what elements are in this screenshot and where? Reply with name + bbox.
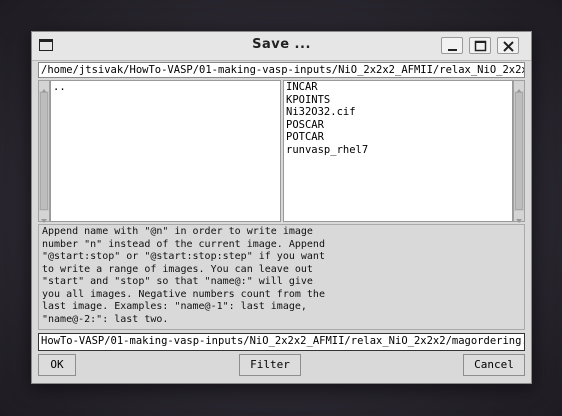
filter-button[interactable]: Filter xyxy=(239,354,301,376)
help-line: number "n" instead of the current image.… xyxy=(42,238,325,250)
list-item[interactable]: Ni32O32.cif xyxy=(284,106,512,119)
save-dialog: Save ... /home/jtsivak/HowTo-VASP/01-mak… xyxy=(31,31,532,384)
list-item[interactable]: POSCAR xyxy=(284,119,512,132)
scroll-down-arrow[interactable] xyxy=(514,211,524,223)
help-line: Append name with "@n" in order to write … xyxy=(42,226,313,237)
list-item[interactable]: POTCAR xyxy=(284,131,512,144)
list-item[interactable]: KPOINTS xyxy=(284,94,512,107)
help-line: "name@-2:": last two. xyxy=(42,313,169,325)
minimize-button[interactable] xyxy=(441,37,463,54)
filename-input[interactable]: HowTo-VASP/01-making-vasp-inputs/NiO_2x2… xyxy=(38,333,525,351)
title-bar[interactable]: Save ... xyxy=(32,32,531,61)
help-line: "start" and "stop" so that "name@:" will… xyxy=(42,276,313,287)
close-button[interactable] xyxy=(497,37,519,54)
scroll-thumb[interactable] xyxy=(515,92,523,210)
help-line: to write a range of images. You can leav… xyxy=(42,263,313,275)
help-line: "@start:stop" or "@start:stop:step" if y… xyxy=(42,251,325,262)
help-line: last image. Examples: "name@-1": last im… xyxy=(42,301,307,312)
minimize-icon xyxy=(448,49,457,51)
list-item[interactable]: .. xyxy=(51,81,280,94)
scroll-down-arrow[interactable] xyxy=(39,211,49,223)
close-icon xyxy=(503,41,514,52)
help-line: you all images. Negative numbers count f… xyxy=(42,288,325,300)
scroll-up-arrow[interactable] xyxy=(514,81,524,93)
scroll-up-arrow[interactable] xyxy=(39,81,49,93)
ok-button[interactable]: OK xyxy=(38,354,76,376)
file-scrollbar[interactable] xyxy=(513,80,525,223)
maximize-icon xyxy=(474,40,487,52)
filter-path-field[interactable]: /home/jtsivak/HowTo-VASP/01-making-vasp-… xyxy=(38,62,525,78)
maximize-button[interactable] xyxy=(469,37,491,54)
directory-scrollbar[interactable] xyxy=(38,80,50,223)
scroll-thumb[interactable] xyxy=(40,92,48,210)
cancel-button[interactable]: Cancel xyxy=(463,354,525,376)
file-list[interactable]: INCAR KPOINTS Ni32O32.cif POSCAR POTCAR … xyxy=(283,80,513,222)
list-item[interactable]: INCAR xyxy=(284,81,512,94)
help-text: Append name with "@n" in order to write … xyxy=(38,224,525,330)
list-item[interactable]: runvasp_rhel7 xyxy=(284,144,512,157)
directory-list[interactable]: .. xyxy=(50,80,281,222)
